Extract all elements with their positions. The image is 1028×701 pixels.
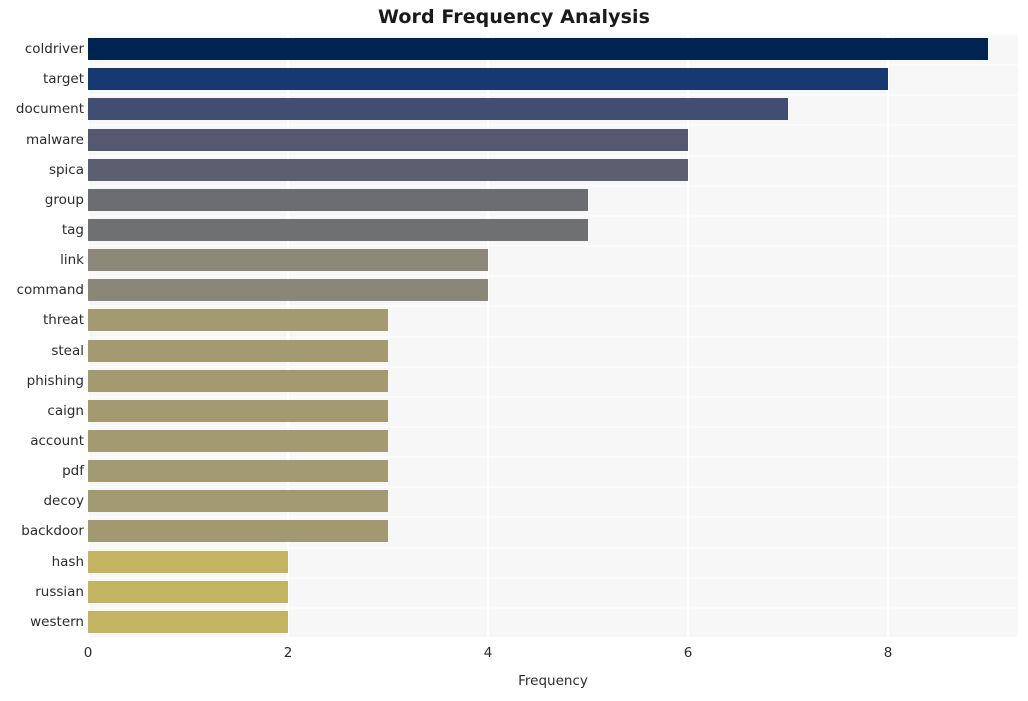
y-axis-tick-label: document — [15, 101, 84, 118]
x-axis-title: Frequency — [518, 673, 588, 689]
x-axis-tick-label: 8 — [883, 645, 893, 661]
horizontal-gridline — [88, 395, 1018, 398]
y-axis-tick-label: target — [42, 71, 84, 88]
horizontal-gridline — [88, 34, 1018, 36]
y-axis-tick-label: steal — [51, 342, 84, 359]
chart-figure: Word Frequency Analysis coldriver target d… — [0, 0, 1028, 701]
bar — [88, 610, 288, 633]
y-axis-tick-label: link — [60, 252, 84, 269]
plot-area — [88, 34, 1018, 637]
bar — [88, 218, 588, 241]
bar — [88, 309, 388, 332]
bar — [88, 158, 688, 181]
horizontal-gridline — [88, 64, 1018, 67]
bar — [88, 339, 388, 362]
y-axis-tick-label: pdf — [62, 463, 84, 480]
x-axis-tick-labels: 0 2 4 6 8 — [0, 645, 1028, 667]
y-axis-tick-label: account — [30, 433, 84, 450]
horizontal-gridline — [88, 94, 1018, 97]
bar — [88, 430, 388, 453]
y-axis-tick-label: command — [16, 282, 84, 299]
y-axis-tick-label: backdoor — [21, 523, 84, 540]
horizontal-gridline — [88, 606, 1018, 609]
bar — [88, 460, 388, 483]
horizontal-gridline — [88, 546, 1018, 549]
y-axis-tick-labels: coldriver target document malware spica group… — [0, 34, 84, 637]
bar — [88, 369, 388, 392]
horizontal-gridline — [88, 335, 1018, 338]
y-axis-tick-label: western — [30, 613, 84, 630]
horizontal-gridline — [88, 486, 1018, 489]
y-axis-tick-label: tag — [61, 221, 84, 238]
y-axis-tick-label: phishing — [26, 372, 84, 389]
y-axis-tick-label: coldriver — [24, 41, 84, 58]
horizontal-gridline — [88, 365, 1018, 368]
x-axis-tick-label: 4 — [483, 645, 493, 661]
y-axis-tick-label: caign — [47, 402, 84, 419]
horizontal-gridline — [88, 456, 1018, 459]
x-axis-tick-label: 0 — [83, 645, 93, 661]
y-axis-tick-label: group — [44, 191, 84, 208]
chart-title: Word Frequency Analysis — [377, 6, 651, 28]
bar — [88, 249, 488, 272]
bar — [88, 550, 288, 573]
bar — [88, 68, 888, 91]
horizontal-gridline — [88, 124, 1018, 127]
bar — [88, 38, 988, 61]
bar — [88, 98, 788, 121]
bar — [88, 399, 388, 422]
horizontal-gridline — [88, 516, 1018, 519]
vertical-gridline — [887, 34, 889, 637]
horizontal-gridline — [88, 305, 1018, 308]
y-axis-tick-label: spica — [48, 161, 84, 178]
vertical-gridline — [287, 34, 289, 637]
horizontal-gridline — [88, 576, 1018, 579]
x-axis-tick-label: 2 — [283, 645, 293, 661]
horizontal-gridline — [88, 154, 1018, 157]
vertical-gridline — [687, 34, 689, 637]
horizontal-gridline — [88, 425, 1018, 428]
x-axis-tick-label: 6 — [683, 645, 693, 661]
bar — [88, 520, 388, 543]
bar — [88, 580, 288, 603]
bar — [88, 128, 688, 151]
vertical-gridline — [88, 34, 89, 637]
bar — [88, 188, 588, 211]
y-axis-tick-label: russian — [35, 583, 84, 600]
horizontal-gridline — [88, 245, 1018, 248]
y-axis-tick-label: hash — [51, 553, 84, 570]
vertical-gridline — [487, 34, 489, 637]
bar — [88, 490, 388, 513]
horizontal-gridline — [88, 184, 1018, 187]
y-axis-tick-label: threat — [43, 312, 84, 329]
y-axis-tick-label: decoy — [43, 493, 84, 510]
y-axis-tick-label: malware — [25, 131, 84, 148]
bar — [88, 279, 488, 302]
horizontal-gridline — [88, 275, 1018, 278]
horizontal-gridline — [88, 214, 1018, 217]
